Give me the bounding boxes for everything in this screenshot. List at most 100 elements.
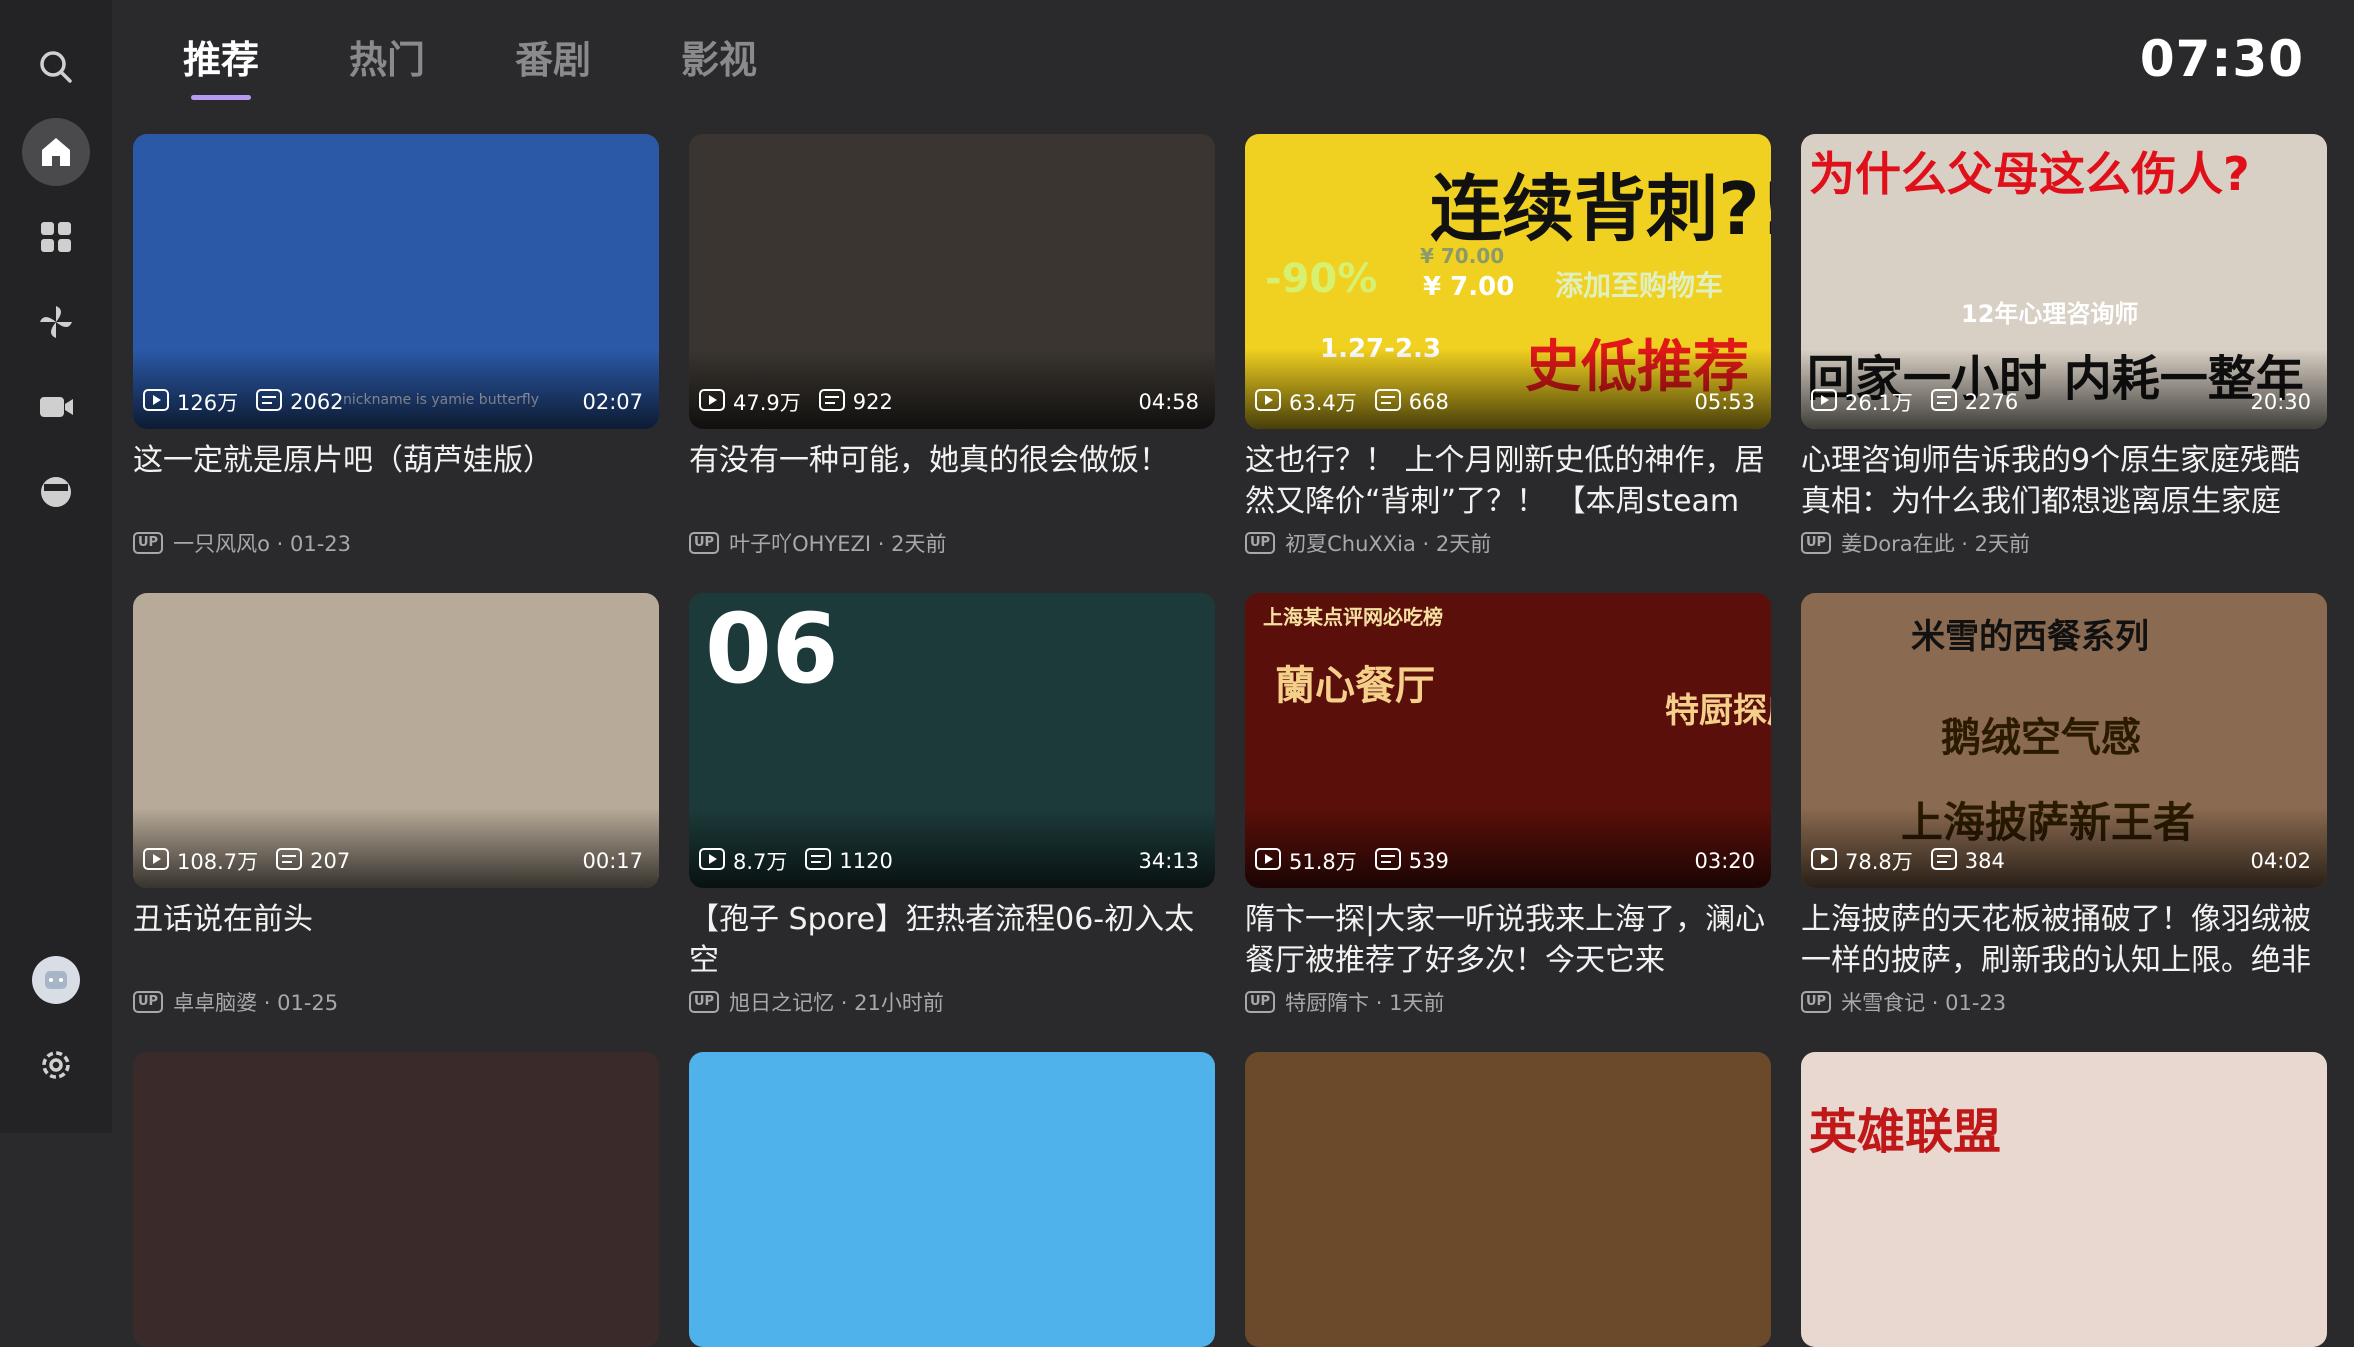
up-badge: UP: [133, 991, 164, 1013]
view-count-text: 126万: [177, 391, 239, 415]
video-title[interactable]: 【孢子 Spore】狂热者流程06-初入太空: [689, 899, 1215, 981]
video-stats: 63.4万 668 05:53: [1255, 387, 1755, 417]
up-badge: UP: [689, 532, 720, 554]
view-count: 47.9万: [699, 387, 801, 417]
play-count-icon: [143, 847, 177, 875]
video-title[interactable]: 这也行？！ 上个月刚新史低的神作，居然又降价“背刺”了？！ 【本周steam: [1245, 440, 1771, 522]
video-thumbnail[interactable]: 47.9万 922 04:58: [689, 134, 1215, 429]
video-thumbnail[interactable]: [1245, 1052, 1771, 1347]
video-stats: 26.1万 2276 20:30: [1811, 387, 2311, 417]
danmaku-count: 207: [276, 847, 351, 875]
video-card[interactable]: 06 8.7万 1120 34:13 【孢子 Spore】狂热者流程06-初入太空 UP 旭…: [689, 593, 1215, 1023]
danmaku-count-text: 922: [852, 390, 893, 414]
video-stats: 78.8万 384 04:02: [1811, 846, 2311, 876]
danmaku-count-text: 2062: [290, 390, 344, 414]
top-tabs: 推荐 热门 番剧 影视: [183, 34, 847, 100]
video-title[interactable]: 有没有一种可能，她真的很会做饭！: [689, 440, 1215, 481]
video-author[interactable]: UP 米雪食记 · 01-23: [1801, 987, 2006, 1017]
video-card[interactable]: nickname is yamie butterfly126万206202:07…: [133, 134, 659, 564]
danmaku-count: 384: [1930, 847, 2005, 875]
video-duration: 04:58: [1138, 390, 1199, 414]
danmaku-count: 922: [818, 388, 893, 416]
danmaku-count: 1120: [805, 847, 893, 875]
play-count-icon: [1255, 388, 1289, 416]
thumbnail-caption: 06: [705, 593, 839, 705]
grid-icon[interactable]: [22, 203, 90, 271]
tab-recommend[interactable]: 推荐: [183, 34, 259, 100]
tab-anime[interactable]: 番剧: [515, 34, 591, 86]
thumbnail-caption: -90%: [1265, 256, 1378, 302]
video-card[interactable]: 上海某点评网必吃榜蘭心餐厅特厨探店 51.8万 539 03:20 隋卞一探|大家一听说…: [1245, 593, 1771, 1023]
view-count: 108.7万: [143, 846, 258, 876]
video-thumbnail[interactable]: 英雄联盟: [1801, 1052, 2327, 1347]
video-title[interactable]: 隋卞一探|大家一听说我来上海了，澜心餐厅被推荐了好多次！今天它来: [1245, 899, 1771, 981]
video-author[interactable]: UP 姜Dora在此 · 2天前: [1801, 528, 2030, 558]
search-icon[interactable]: [22, 33, 90, 101]
thumbnail-caption: ¥ 70.00: [1420, 244, 1505, 268]
video-thumbnail[interactable]: [689, 1052, 1215, 1347]
danmaku-count-text: 207: [310, 849, 351, 873]
video-camera-icon[interactable]: [22, 373, 90, 441]
up-badge: UP: [133, 532, 164, 554]
video-duration: 04:02: [2250, 849, 2311, 873]
video-author[interactable]: UP 特厨隋卞 · 1天前: [1245, 987, 1444, 1017]
author-name-date: 叶子吖OHYEZI · 2天前: [729, 532, 947, 556]
video-thumbnail[interactable]: [133, 1052, 659, 1347]
video-duration: 05:53: [1694, 390, 1755, 414]
avatar[interactable]: [22, 946, 90, 1014]
view-count-text: 26.1万: [1845, 391, 1913, 415]
danmaku-icon: [1930, 847, 1965, 875]
video-thumbnail[interactable]: 108.7万 207 00:17: [133, 593, 659, 888]
video-card[interactable]: 米雪的西餐系列鹅绒空气感上海披萨新王者78.8万38404:02上海披萨的天花板…: [1801, 593, 2327, 1023]
author-name-date: 卓卓脑婆 · 01-25: [173, 991, 339, 1015]
video-title[interactable]: 上海披萨的天花板被捅破了！像羽绒被一样的披萨，刷新我的认知上限。绝非: [1801, 899, 2327, 981]
video-thumbnail[interactable]: nickname is yamie butterfly126万206202:07: [133, 134, 659, 429]
video-author[interactable]: UP 旭日之记忆 · 21小时前: [689, 987, 944, 1017]
thumbnail-caption: 米雪的西餐系列: [1911, 617, 2149, 657]
video-duration: 20:30: [2250, 390, 2311, 414]
video-card[interactable]: 连续背刺?!-90%¥ 70.00¥ 7.00添加至购物车1.27-2.3史低推…: [1245, 134, 1771, 564]
up-badge: UP: [1245, 532, 1276, 554]
video-title[interactable]: 心理咨询师告诉我的9个原生家庭残酷真相：为什么我们都想逃离原生家庭: [1801, 440, 2327, 522]
tab-popular[interactable]: 热门: [349, 34, 425, 86]
gear-icon[interactable]: [22, 1031, 90, 1099]
danmaku-icon: [818, 388, 853, 416]
danmaku-count: 539: [1374, 847, 1449, 875]
video-stats: 51.8万 539 03:20: [1255, 846, 1755, 876]
clock: 07:30: [2139, 30, 2304, 88]
video-thumbnail[interactable]: 连续背刺?!-90%¥ 70.00¥ 7.00添加至购物车1.27-2.3史低推…: [1245, 134, 1771, 429]
view-count: 126万: [143, 387, 238, 417]
video-thumbnail[interactable]: 上海某点评网必吃榜蘭心餐厅特厨探店 51.8万 539 03:20: [1245, 593, 1771, 888]
view-count-text: 51.8万: [1289, 850, 1357, 874]
video-author[interactable]: UP 叶子吖OHYEZI · 2天前: [689, 528, 946, 558]
pinwheel-icon[interactable]: [22, 288, 90, 356]
thumbnail-caption: 12年心理咨询师: [1961, 300, 2139, 328]
view-count-text: 78.8万: [1845, 850, 1913, 874]
video-duration: 02:07: [582, 390, 643, 414]
video-title[interactable]: 这一定就是原片吧（葫芦娃版）: [133, 440, 659, 481]
danmaku-icon: [1374, 388, 1409, 416]
video-title[interactable]: 丑话说在前头: [133, 899, 659, 940]
video-thumbnail[interactable]: 为什么父母这么伤人?12年心理咨询师回家一小时 内耗一整年26.1万227620…: [1801, 134, 2327, 429]
thumbnail-caption: 上海某点评网必吃榜: [1263, 605, 1443, 629]
video-card[interactable]: 47.9万 922 04:58 有没有一种可能，她真的很会做饭！ UP 叶子吖OHYEZI…: [689, 134, 1215, 564]
view-count: 63.4万: [1255, 387, 1357, 417]
view-count: 26.1万: [1811, 387, 1913, 417]
video-card[interactable]: 108.7万 207 00:17 丑话说在前头 UP 卓卓脑婆 · 01-25: [133, 593, 659, 1023]
video-stats: 108.7万 207 00:17: [143, 846, 643, 876]
video-author[interactable]: UP 一只风风o · 01-23: [133, 528, 351, 558]
author-name-date: 姜Dora在此 · 2天前: [1841, 532, 2031, 556]
video-author[interactable]: UP 初夏ChuXXia · 2天前: [1245, 528, 1491, 558]
drama-icon[interactable]: [22, 458, 90, 526]
video-card[interactable]: 为什么父母这么伤人?12年心理咨询师回家一小时 内耗一整年26.1万227620…: [1801, 134, 2327, 564]
video-thumbnail[interactable]: 米雪的西餐系列鹅绒空气感上海披萨新王者78.8万38404:02: [1801, 593, 2327, 888]
video-thumbnail[interactable]: 06 8.7万 1120 34:13: [689, 593, 1215, 888]
danmaku-count: 668: [1374, 388, 1449, 416]
danmaku-count-text: 668: [1408, 390, 1449, 414]
tab-movies[interactable]: 影视: [681, 34, 757, 86]
thumbnail-caption: 英雄联盟: [1809, 1104, 2002, 1160]
video-author[interactable]: UP 卓卓脑婆 · 01-25: [133, 987, 338, 1017]
home-icon[interactable]: [22, 118, 90, 186]
author-name-date: 特厨隋卞 · 1天前: [1285, 991, 1445, 1015]
play-count-icon: [699, 388, 733, 416]
